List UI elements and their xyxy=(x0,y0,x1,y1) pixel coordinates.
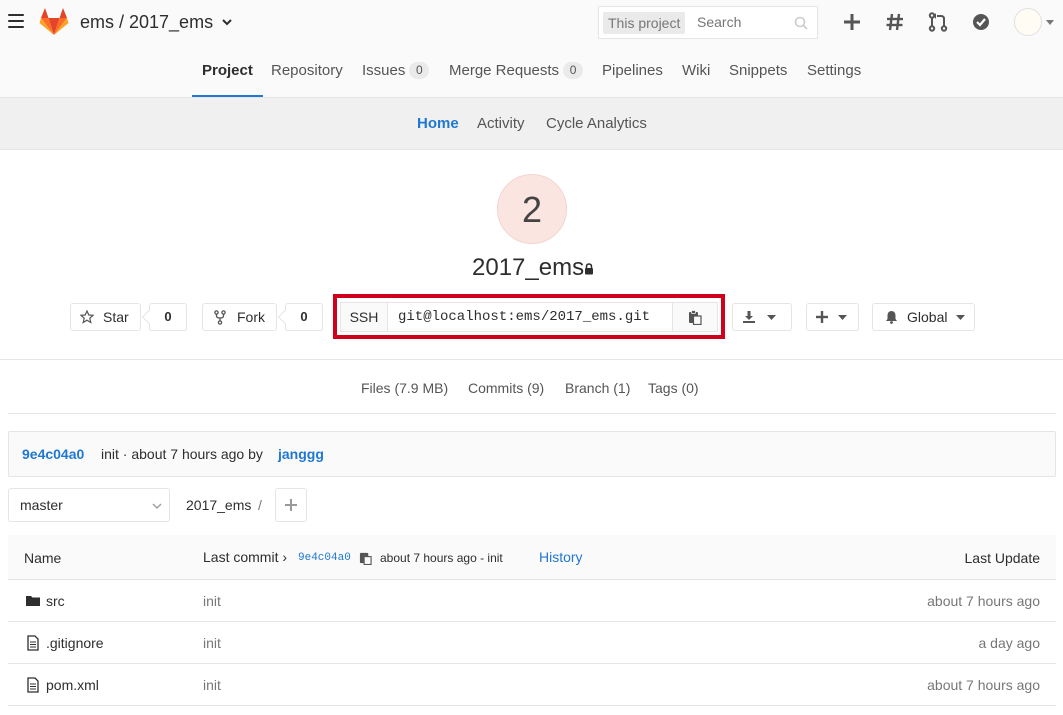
copy-clone-url-button[interactable] xyxy=(672,302,718,332)
download-icon xyxy=(743,311,755,323)
star-icon xyxy=(80,310,94,324)
chevron-down-icon[interactable] xyxy=(222,17,232,27)
lock-icon xyxy=(585,263,593,275)
files-stat-link[interactable]: Files (7.9 MB) xyxy=(361,380,448,396)
merge-requests-count-badge: 0 xyxy=(563,62,584,79)
download-dropdown-button[interactable] xyxy=(732,303,792,331)
column-header-name: Name xyxy=(24,550,62,566)
section-divider xyxy=(8,413,1056,414)
section-divider xyxy=(0,359,1063,360)
tab-settings[interactable]: Settings xyxy=(807,46,861,97)
star-count[interactable]: 0 xyxy=(149,303,187,331)
commit-message: init · about 7 hours ago by xyxy=(101,446,263,462)
add-dropdown-button[interactable] xyxy=(806,303,859,331)
folder-icon xyxy=(26,596,40,606)
file-icon xyxy=(27,635,39,651)
add-file-button[interactable] xyxy=(275,488,307,522)
file-name-link[interactable]: src xyxy=(46,593,65,609)
tab-pipelines[interactable]: Pipelines xyxy=(602,46,663,97)
bell-icon xyxy=(886,311,897,324)
file-icon xyxy=(27,677,39,693)
branch-stat-link[interactable]: Branch (1) xyxy=(565,380,630,396)
file-commit-message[interactable]: init xyxy=(203,635,221,651)
hash-icon[interactable] xyxy=(884,11,906,33)
table-row[interactable]: pom.xml init about 7 hours ago xyxy=(8,664,1056,706)
file-updated-time: about 7 hours ago xyxy=(927,677,1040,693)
todo-check-icon[interactable] xyxy=(970,11,992,33)
column-header-last-commit: Last commit › xyxy=(203,549,288,565)
file-updated-time: about 7 hours ago xyxy=(927,593,1040,609)
project-path-title[interactable]: ems / 2017_ems xyxy=(80,12,213,33)
tab-project[interactable]: Project xyxy=(192,46,263,97)
commit-sha-link[interactable]: 9e4c04a0 xyxy=(22,446,84,462)
project-nav-tabs: Project Repository Issues 0 Merge Request… xyxy=(0,46,1063,98)
commit-author-link[interactable]: janggg xyxy=(278,446,324,462)
issues-count-badge: 0 xyxy=(409,62,430,79)
history-link[interactable]: History xyxy=(539,549,583,565)
commits-stat-link[interactable]: Commits (9) xyxy=(468,380,544,396)
plus-icon xyxy=(816,311,828,323)
project-avatar: 2 xyxy=(497,174,567,244)
gitlab-logo-icon[interactable] xyxy=(39,8,69,36)
tab-repository[interactable]: Repository xyxy=(271,46,343,97)
branch-select-value: master xyxy=(20,497,63,513)
plus-icon xyxy=(285,499,297,511)
tab-merge-requests[interactable]: Merge Requests 0 xyxy=(449,46,584,97)
search-box[interactable]: This project xyxy=(598,6,818,39)
fork-count[interactable]: 0 xyxy=(285,303,323,331)
last-commit-box: 9e4c04a0 init · about 7 hours ago by jan… xyxy=(8,431,1056,477)
subtab-home[interactable]: Home xyxy=(417,115,459,132)
header-commit-sha-link[interactable]: 9e4c04a0 xyxy=(298,552,351,564)
caret-down-icon xyxy=(956,315,965,320)
tab-snippets[interactable]: Snippets xyxy=(729,46,787,97)
file-name-link[interactable]: pom.xml xyxy=(46,677,99,693)
column-header-last-update: Last Update xyxy=(964,550,1041,566)
file-commit-message[interactable]: init xyxy=(203,593,221,609)
clone-protocol-button[interactable]: SSH xyxy=(340,302,388,332)
project-subnav: Home Activity Cycle Analytics xyxy=(0,98,1063,150)
clipboard-icon xyxy=(689,310,702,325)
branch-select[interactable]: master xyxy=(8,488,170,522)
table-row[interactable]: .gitignore init a day ago xyxy=(8,622,1056,664)
menu-icon[interactable] xyxy=(8,14,24,30)
project-name: 2017_ems xyxy=(472,254,585,281)
breadcrumb-root[interactable]: 2017_ems xyxy=(186,497,251,513)
table-row[interactable]: src init about 7 hours ago xyxy=(8,580,1056,622)
top-header: ems / 2017_ems This project xyxy=(0,0,1063,46)
chevron-down-icon xyxy=(152,503,162,509)
caret-down-icon xyxy=(838,315,847,320)
caret-down-icon xyxy=(767,315,776,320)
star-button[interactable]: Star xyxy=(70,303,141,331)
fork-button[interactable]: Fork xyxy=(202,303,277,331)
subtab-cycle-analytics[interactable]: Cycle Analytics xyxy=(546,115,647,132)
file-updated-time: a day ago xyxy=(978,635,1041,651)
tab-issues[interactable]: Issues 0 xyxy=(362,46,430,97)
notification-dropdown-button[interactable]: Global xyxy=(872,303,975,331)
clone-url-input[interactable] xyxy=(387,302,673,332)
merge-request-icon[interactable] xyxy=(927,11,949,33)
fork-icon xyxy=(214,310,226,325)
user-avatar[interactable] xyxy=(1014,8,1042,36)
breadcrumb-separator: / xyxy=(258,497,262,513)
chevron-down-icon[interactable] xyxy=(1046,18,1054,26)
subtab-activity[interactable]: Activity xyxy=(477,115,525,132)
tree-table-header: Name Last commit › 9e4c04a0 about 7 hour… xyxy=(8,535,1056,580)
plus-icon[interactable] xyxy=(841,11,863,33)
tab-wiki[interactable]: Wiki xyxy=(682,46,710,97)
file-commit-message[interactable]: init xyxy=(203,677,221,693)
search-icon xyxy=(794,16,808,30)
tags-stat-link[interactable]: Tags (0) xyxy=(648,380,699,396)
search-input[interactable] xyxy=(697,14,787,30)
clipboard-icon[interactable] xyxy=(359,551,372,565)
file-name-link[interactable]: .gitignore xyxy=(46,635,104,651)
search-scope-badge: This project xyxy=(603,12,686,34)
header-commit-time: about 7 hours ago - init xyxy=(380,551,503,565)
